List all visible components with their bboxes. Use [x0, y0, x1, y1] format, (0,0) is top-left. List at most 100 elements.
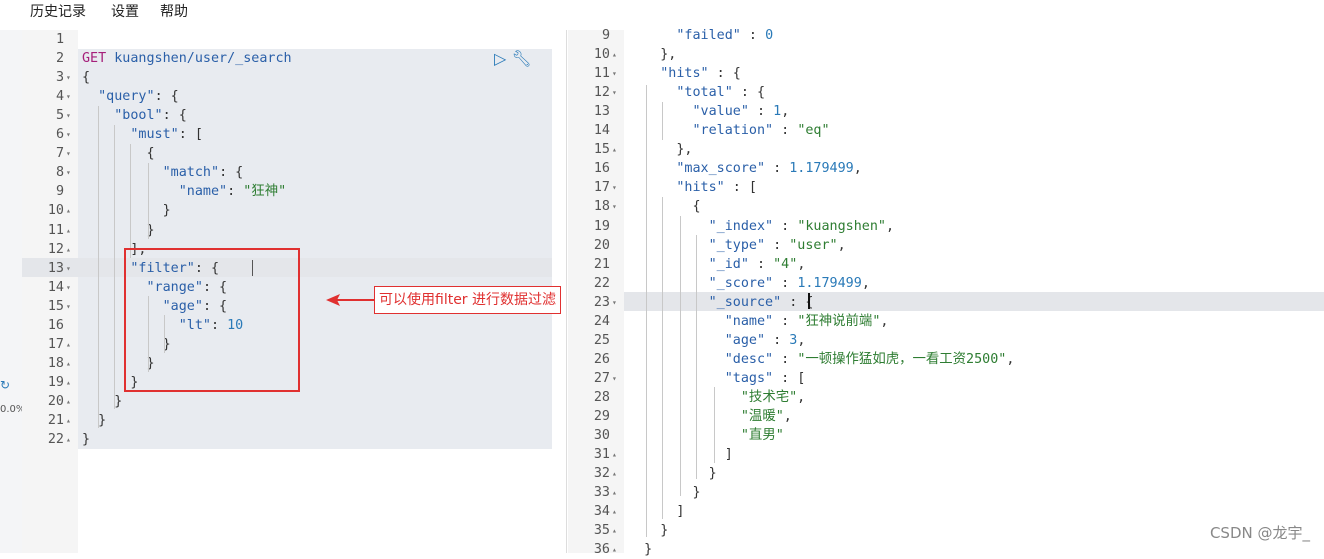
- fold-toggle-icon[interactable]: ▾: [66, 125, 76, 144]
- fold-toggle-icon[interactable]: ▴: [612, 445, 622, 464]
- menu-settings[interactable]: 设置: [111, 1, 139, 21]
- fold-toggle-icon[interactable]: ▴: [66, 373, 76, 392]
- fold-toggle-icon[interactable]: ▾: [66, 106, 76, 125]
- fold-toggle-icon[interactable]: ▴: [66, 354, 76, 373]
- code-line: 13 "value" : 1,: [568, 102, 1324, 121]
- refresh-icon[interactable]: ↻: [0, 378, 10, 392]
- line-number: 27: [593, 370, 610, 386]
- code-line: 14 "relation" : "eq": [568, 121, 1324, 140]
- watermark: CSDN @龙宇_: [1209, 524, 1310, 542]
- code-text: {: [82, 70, 91, 86]
- code-text: {: [628, 199, 701, 215]
- line-number: 15: [593, 142, 610, 158]
- fold-toggle-icon[interactable]: ▴: [66, 201, 76, 220]
- fold-toggle-icon[interactable]: ▴: [612, 464, 622, 483]
- fold-toggle-icon[interactable]: ▾: [66, 297, 76, 316]
- fold-toggle-icon[interactable]: ▴: [612, 521, 622, 540]
- line-number: 4: [55, 89, 64, 105]
- fold-toggle-icon[interactable]: ▴: [612, 140, 622, 159]
- request-actions: ▷ 🔧︎: [494, 49, 532, 68]
- fold-toggle-icon[interactable]: ▴: [612, 540, 622, 559]
- code-line: 5 ▾ "bool": {: [22, 106, 570, 125]
- menu-bar: 历史记录 设置 帮助: [0, 0, 1324, 22]
- line-number: 30: [593, 428, 610, 444]
- line-number: 17: [47, 336, 64, 352]
- fold-toggle-icon[interactable]: ▾: [612, 293, 622, 312]
- wrench-icon[interactable]: 🔧︎: [511, 49, 531, 68]
- code-line: 27 ▾ "tags" : [: [568, 369, 1324, 388]
- code-line: 10 ▴ },: [568, 45, 1324, 64]
- code-line: 17 ▾ "hits" : [: [568, 178, 1324, 197]
- fold-toggle-icon[interactable]: ▴: [66, 335, 76, 354]
- code-line: 8 ▾ "match": {: [22, 163, 570, 182]
- code-text: "_source" : {: [708, 294, 814, 310]
- code-line: 28 "技术宅",: [568, 388, 1324, 407]
- code-text: }: [82, 393, 123, 409]
- line-number: 21: [593, 256, 610, 272]
- line-number: 16: [593, 161, 610, 177]
- menu-history[interactable]: 历史记录: [30, 1, 86, 21]
- line-number: 13: [47, 260, 64, 276]
- line-number: 31: [593, 447, 610, 463]
- fold-toggle-icon[interactable]: ▴: [612, 483, 622, 502]
- line-number: 1: [55, 32, 64, 47]
- code-line: 18 ▾ {: [568, 197, 1324, 216]
- line-number: 2: [55, 51, 64, 67]
- fold-toggle-icon[interactable]: ▾: [612, 197, 622, 216]
- line-number: 18: [593, 199, 610, 215]
- indent-guide: [662, 197, 663, 519]
- line-number: 34: [593, 504, 610, 520]
- line-number: 22: [593, 275, 610, 291]
- fold-toggle-icon[interactable]: ▾: [66, 144, 76, 163]
- code-text: }: [628, 523, 669, 539]
- fold-toggle-icon[interactable]: ▴: [66, 392, 76, 411]
- fold-toggle-icon[interactable]: ▾: [66, 87, 76, 106]
- line-number: 3: [55, 70, 64, 86]
- code-text: "relation" : "eq": [692, 123, 830, 139]
- line-number: 14: [593, 123, 610, 139]
- fold-toggle-icon[interactable]: ▾: [612, 369, 622, 388]
- code-text: }: [628, 485, 701, 501]
- fold-toggle-icon[interactable]: ▾: [66, 259, 76, 278]
- annotation-highlight-box: [124, 248, 300, 392]
- code-text: },: [628, 142, 693, 158]
- line-number: 12: [47, 241, 64, 257]
- indent-guide: [714, 387, 715, 463]
- line-number: 17: [593, 180, 610, 196]
- fold-toggle-icon[interactable]: ▴: [66, 221, 76, 240]
- code-text: }: [628, 466, 717, 482]
- menu-help[interactable]: 帮助: [160, 1, 188, 21]
- code-line: 33 ▴ }: [568, 483, 1324, 502]
- line-number: 8: [55, 165, 64, 181]
- indent-guide: [114, 125, 115, 409]
- code-line: 23 ▾ "_source" : {: [568, 293, 1324, 312]
- fold-toggle-icon[interactable]: ▾: [612, 64, 622, 83]
- code-text: "hits" : {: [660, 66, 741, 82]
- code-line: 21 "_id" : "4",: [568, 255, 1324, 274]
- line-number: 9: [601, 28, 610, 43]
- line-number: 29: [593, 409, 610, 424]
- fold-toggle-icon[interactable]: ▴: [66, 240, 76, 259]
- fold-toggle-icon[interactable]: ▾: [66, 68, 76, 87]
- code-text: }: [82, 203, 171, 219]
- code-text: {: [82, 146, 155, 162]
- fold-toggle-icon[interactable]: ▾: [66, 163, 76, 182]
- pane-divider[interactable]: [566, 30, 567, 553]
- fold-toggle-icon[interactable]: ▴: [612, 45, 622, 64]
- line-number: 11: [593, 66, 610, 82]
- code-text: GET kuangshen/user/_search: [82, 51, 292, 67]
- left-panel-strip: [0, 30, 22, 553]
- line-number: 14: [47, 279, 64, 295]
- line-number: 10: [593, 47, 610, 63]
- fold-toggle-icon[interactable]: ▴: [66, 430, 76, 449]
- fold-toggle-icon[interactable]: ▾: [612, 83, 622, 102]
- code-text: "name": "狂神": [178, 184, 287, 200]
- code-text: "_index" : "kuangshen",: [708, 218, 895, 234]
- fold-toggle-icon[interactable]: ▾: [66, 278, 76, 297]
- code-line: 32 ▴ }: [568, 464, 1324, 483]
- fold-toggle-icon[interactable]: ▴: [66, 411, 76, 430]
- line-number: 13: [593, 104, 610, 120]
- play-icon[interactable]: ▷: [494, 49, 506, 68]
- fold-toggle-icon[interactable]: ▾: [612, 178, 622, 197]
- fold-toggle-icon[interactable]: ▴: [612, 502, 622, 521]
